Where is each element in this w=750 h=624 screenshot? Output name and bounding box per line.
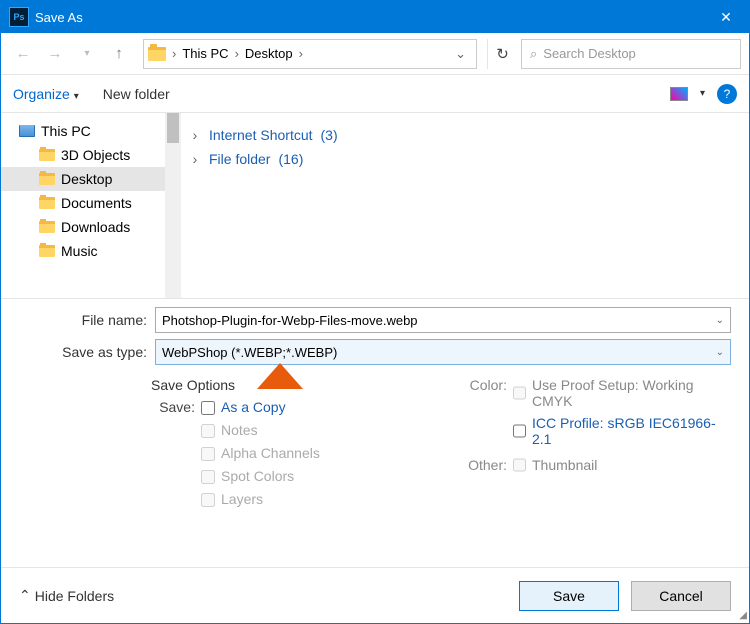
save-button[interactable]: Save — [519, 581, 619, 611]
nav-pane: This PC 3D Objects Desktop Documents Dow… — [1, 113, 181, 298]
proof-checkbox — [513, 377, 526, 409]
window-title: Save As — [35, 10, 83, 25]
nav-bar: ← → ▾ ↑ › This PC › Desktop › ⌄ ↻ ⌕ Sear… — [1, 33, 749, 75]
tree-music[interactable]: Music — [1, 239, 181, 263]
search-icon: ⌕ — [530, 46, 537, 62]
folder-icon — [39, 173, 55, 185]
search-box[interactable]: ⌕ Search Desktop — [521, 39, 741, 69]
folder-icon — [39, 245, 55, 257]
chevron-up-icon: ⌃ — [19, 587, 31, 604]
view-dropdown[interactable]: ▾ — [700, 88, 705, 99]
close-button[interactable]: ✕ — [703, 1, 749, 33]
file-list: › Internet Shortcut (3) › File folder (1… — [181, 113, 749, 298]
layers-checkbox — [201, 493, 215, 507]
tree-3d-objects[interactable]: 3D Objects — [1, 143, 181, 167]
color-label: Color: — [461, 377, 507, 409]
breadcrumb-this-pc[interactable]: This PC — [180, 46, 230, 61]
search-placeholder: Search Desktop — [543, 46, 636, 61]
pc-icon — [19, 125, 35, 137]
chevron-down-icon[interactable]: ⌄ — [716, 315, 724, 326]
spot-checkbox — [201, 470, 215, 484]
save-options-header: Save Options — [151, 377, 421, 393]
cancel-button[interactable]: Cancel — [631, 581, 731, 611]
tree-this-pc[interactable]: This PC — [1, 119, 181, 143]
nav-scrollbar[interactable] — [165, 113, 181, 298]
folder-icon — [39, 197, 55, 209]
titlebar: Ps Save As ✕ — [1, 1, 749, 33]
folder-icon — [39, 149, 55, 161]
other-label: Other: — [461, 457, 507, 473]
save-label: Save: — [151, 399, 195, 415]
refresh-button[interactable]: ↻ — [487, 39, 517, 69]
forward-button[interactable]: → — [41, 40, 69, 68]
proof-label: Use Proof Setup: Working CMYK — [532, 377, 731, 409]
filename-input[interactable]: Photshop-Plugin-for-Webp-Files-move.webp… — [155, 307, 731, 333]
address-dropdown[interactable]: ⌄ — [449, 46, 472, 62]
hide-folders-button[interactable]: ⌃Hide Folders — [19, 587, 114, 604]
file-group-shortcut[interactable]: › Internet Shortcut (3) — [189, 123, 741, 147]
chevron-right-icon: › — [233, 46, 241, 61]
icc-checkbox[interactable] — [513, 415, 526, 447]
recent-dropdown[interactable]: ▾ — [73, 40, 101, 68]
organize-button[interactable]: Organize ▾ — [13, 86, 79, 102]
notes-checkbox — [201, 424, 215, 438]
help-button[interactable]: ? — [717, 84, 737, 104]
folder-icon — [39, 221, 55, 233]
tree-desktop[interactable]: Desktop — [1, 167, 181, 191]
back-button[interactable]: ← — [9, 40, 37, 68]
chevron-down-icon[interactable]: ⌄ — [716, 347, 724, 358]
up-button[interactable]: ↑ — [105, 40, 133, 68]
as-a-copy-label: As a Copy — [221, 399, 286, 415]
tree-documents[interactable]: Documents — [1, 191, 181, 215]
chevron-right-icon: › — [297, 46, 305, 61]
file-group-folder[interactable]: › File folder (16) — [189, 147, 741, 171]
address-bar[interactable]: › This PC › Desktop › ⌄ — [143, 39, 477, 69]
app-icon: Ps — [9, 7, 29, 27]
filename-label: File name: — [19, 312, 155, 328]
save-as-type-label: Save as type: — [19, 344, 155, 360]
alpha-checkbox — [201, 447, 215, 461]
save-as-type-select[interactable]: WebPShop (*.WEBP;*.WEBP) ⌄ — [155, 339, 731, 365]
breadcrumb-desktop[interactable]: Desktop — [243, 46, 295, 61]
command-bar: Organize ▾ New folder ▾ ? — [1, 75, 749, 113]
resize-grip-icon[interactable]: ◢ — [739, 610, 747, 621]
as-a-copy-checkbox[interactable] — [201, 401, 215, 415]
new-folder-button[interactable]: New folder — [103, 86, 170, 102]
chevron-right-icon: › — [189, 127, 201, 143]
icc-label: ICC Profile: sRGB IEC61966-2.1 — [532, 415, 731, 447]
thumbnail-checkbox — [513, 457, 526, 473]
view-icon[interactable] — [670, 87, 688, 101]
chevron-right-icon: › — [189, 151, 201, 167]
tree-downloads[interactable]: Downloads — [1, 215, 181, 239]
folder-icon — [148, 47, 166, 61]
thumbnail-label: Thumbnail — [532, 457, 731, 473]
chevron-right-icon: › — [170, 46, 178, 61]
